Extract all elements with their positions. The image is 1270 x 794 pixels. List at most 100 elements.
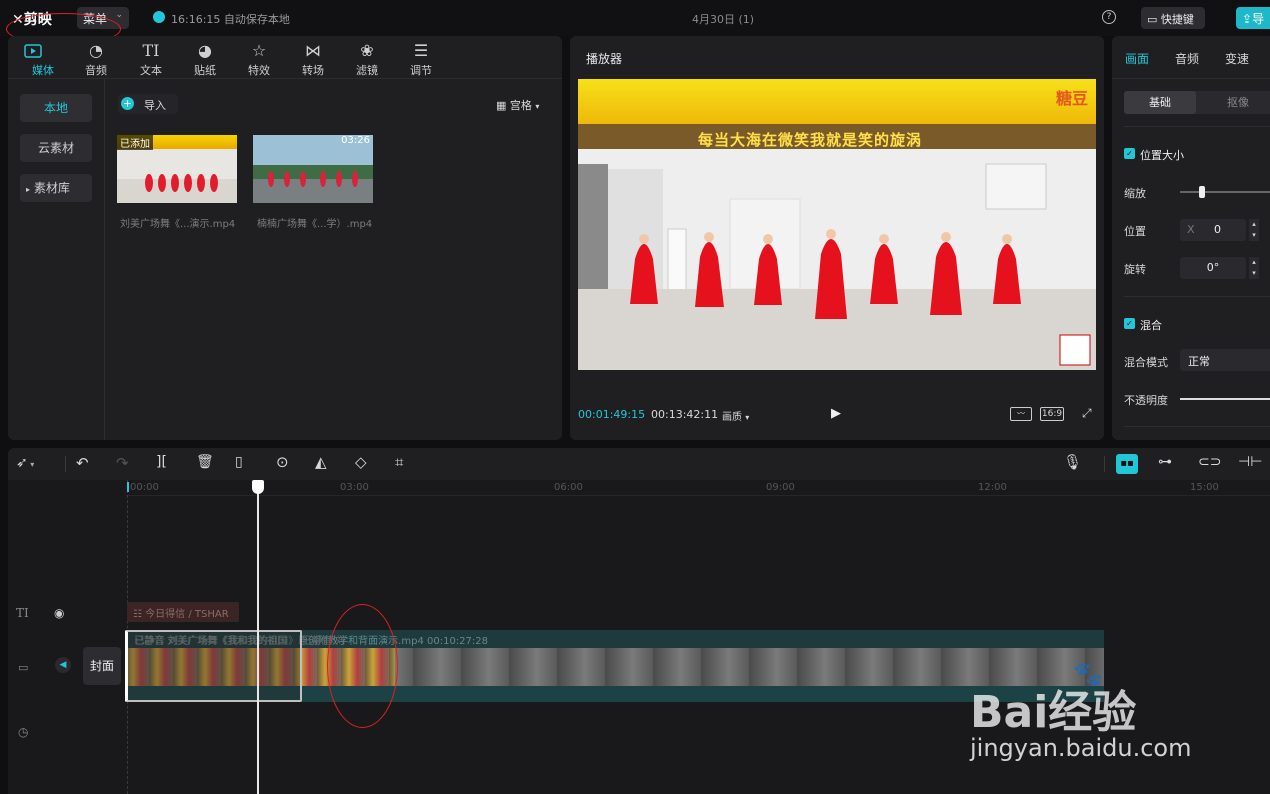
divider: [1124, 126, 1270, 127]
cover-button[interactable]: 封面: [83, 647, 121, 685]
watermark-url: jingyan.baidu.com: [970, 734, 1192, 762]
selected-clip[interactable]: 已静音 刘美广场舞《我和我的祖国: [125, 630, 302, 702]
subtab-cutout[interactable]: 抠像: [1208, 91, 1268, 114]
tab-transition[interactable]: ⋈ 转场: [293, 40, 333, 78]
sticker-icon: ◕: [198, 41, 212, 60]
play-circle-icon[interactable]: ⊙: [276, 453, 289, 471]
play-icon[interactable]: ▶: [831, 406, 841, 421]
transition-icon: ⋈: [305, 41, 321, 60]
blend-mode-select[interactable]: 正常: [1180, 349, 1270, 371]
rotate-label: 旋转: [1124, 263, 1146, 276]
tab-speed[interactable]: 变速: [1225, 50, 1249, 67]
fullscreen-icon[interactable]: ⤢: [1082, 406, 1092, 421]
mirror-icon[interactable]: ◭: [315, 453, 327, 471]
position-x-field[interactable]: X 0: [1180, 219, 1246, 241]
delete-icon[interactable]: 🗑: [196, 454, 214, 470]
media-tabs: 媒体 ◔ 音频 TI 文本 ◕ 贴纸 ☆ 特效 ⋈ 转场 ❀ 滤镜 ☰ 调节: [8, 36, 562, 79]
video-caption: 每当大海在微笑我就是笑的旋涡: [698, 131, 923, 149]
video-preview[interactable]: 每当大海在微笑我就是笑的旋涡 糖豆: [578, 79, 1096, 370]
text-clip[interactable]: ☷ 今日得信 / TSHAR: [127, 602, 239, 622]
select-tool-icon[interactable]: ➶ ▾: [16, 455, 34, 471]
sidebar-item-cloud[interactable]: 云素材: [20, 134, 92, 162]
watermark: Bai经验 🐾 jingyan.baidu.com: [970, 660, 1270, 770]
playhead[interactable]: [257, 480, 259, 794]
scale-slider[interactable]: [1180, 191, 1270, 193]
adjust-icon: ☰: [413, 41, 429, 60]
redo-icon[interactable]: ↷: [116, 454, 129, 472]
tab-effects[interactable]: ☆ 特效: [239, 40, 279, 78]
opacity-slider[interactable]: [1180, 398, 1270, 400]
media-thumbnail-1[interactable]: 已添加: [117, 135, 237, 203]
tab-audio[interactable]: ◔ 音频: [76, 40, 116, 78]
rotate-field[interactable]: 0°: [1180, 257, 1246, 279]
checkbox-blend[interactable]: ✓: [1124, 318, 1135, 329]
caret-right-icon: ▸: [26, 185, 31, 194]
view-toggle[interactable]: ▦ 宫格 ▾: [496, 97, 539, 113]
quality-dropdown[interactable]: 画质 ▾: [722, 408, 749, 423]
player-panel: 播放器 每当大海在微笑我就是笑的旋涡 糖豆 00:01:49:15 00:13:…: [570, 36, 1104, 440]
help-icon[interactable]: ?: [1102, 10, 1116, 24]
waveform-icon[interactable]: 〰: [1010, 407, 1032, 421]
microphone-icon[interactable]: 🎙: [1063, 453, 1082, 471]
media-name-2: 楠楠广场舞《...学）.mp4: [257, 219, 373, 230]
media-thumbnail-2[interactable]: 03:26: [253, 135, 373, 203]
audio-icon: ◔: [89, 41, 103, 60]
snap-toggle-icon[interactable]: ▪▪: [1116, 454, 1138, 474]
project-title: 4月30日 (1): [692, 13, 755, 26]
chevron-down-icon: ⌄: [115, 10, 123, 20]
paw-icon: 🐾: [1073, 660, 1103, 688]
effects-icon: ☆: [251, 41, 267, 60]
tab-picture[interactable]: 画面: [1125, 50, 1149, 67]
text-clip-icon: ☷: [133, 609, 142, 620]
check-icon: [153, 11, 165, 23]
sidebar-item-library[interactable]: ▸ 素材库: [20, 174, 92, 202]
import-button[interactable]: + 导入: [118, 94, 178, 114]
section-position-size: 位置大小: [1140, 149, 1184, 162]
mute-icon[interactable]: ◀: [55, 657, 71, 673]
sidebar-item-local[interactable]: 本地: [20, 94, 92, 122]
divider: [1104, 456, 1105, 472]
playhead-handle[interactable]: [252, 480, 264, 494]
freeze-icon[interactable]: ▯: [235, 454, 243, 470]
aspect-ratio-button[interactable]: 16:9: [1040, 407, 1064, 421]
tab-filter[interactable]: ❀ 滤镜: [347, 40, 387, 78]
keyboard-icon: ▭: [1147, 13, 1158, 26]
properties-panel: 画面 音频 变速 基础 抠像 ✓ 位置大小 缩放 位置 X 0 ▴ ▾ 旋转 0°…: [1112, 36, 1270, 440]
export-button[interactable]: ⇪导: [1236, 7, 1270, 29]
eye-icon[interactable]: ◉: [54, 606, 64, 620]
tab-audio-props[interactable]: 音频: [1175, 50, 1199, 67]
player-title: 播放器: [586, 52, 623, 66]
start-marker: [127, 482, 129, 492]
props-subtabs: 基础 抠像: [1124, 91, 1270, 114]
undo-icon[interactable]: ↶: [76, 454, 89, 472]
total-time: 00:13:42:11: [651, 408, 719, 421]
shortcut-button[interactable]: ▭ 快捷键: [1141, 7, 1205, 29]
filter-icon: ❀: [360, 41, 374, 60]
annotation-ellipse-timeline: [327, 604, 398, 728]
preview-axis-icon[interactable]: ⊶: [1158, 454, 1172, 470]
text-icon: TI: [142, 41, 160, 60]
timeline-ruler[interactable]: 00:00 03:00 06:00 09:00 12:00 15:00: [126, 480, 1270, 496]
tab-text[interactable]: TI 文本: [131, 40, 171, 78]
video-logo: 糖豆: [1055, 89, 1088, 108]
tab-sticker[interactable]: ◕ 贴纸: [185, 40, 225, 78]
added-badge: 已添加: [117, 135, 153, 150]
checkbox-position-size[interactable]: ✓: [1124, 148, 1135, 159]
split-icon[interactable]: ][: [156, 454, 167, 470]
split-track-icon[interactable]: ⊣⊢: [1238, 454, 1262, 470]
export-icon: ⇪: [1242, 12, 1253, 26]
position-x-stepper[interactable]: ▴ ▾: [1249, 219, 1259, 241]
opacity-label: 不透明度: [1124, 394, 1168, 407]
scale-slider-handle[interactable]: [1199, 186, 1205, 198]
grid-icon: ▦: [496, 99, 507, 112]
rotate-stepper[interactable]: ▴ ▾: [1249, 257, 1259, 279]
watermark-brand: Bai经验: [970, 687, 1137, 738]
media-duration-2: 03:26: [341, 135, 370, 146]
subtab-basic[interactable]: 基础: [1124, 91, 1196, 114]
link-icon[interactable]: ⊂⊃: [1198, 454, 1221, 470]
rotate-icon[interactable]: ◇: [355, 453, 367, 471]
tab-media[interactable]: 媒体: [23, 40, 63, 78]
tab-adjust[interactable]: ☰ 调节: [401, 40, 441, 78]
crop-icon[interactable]: ⌗: [395, 453, 403, 471]
divider: [1124, 426, 1270, 427]
